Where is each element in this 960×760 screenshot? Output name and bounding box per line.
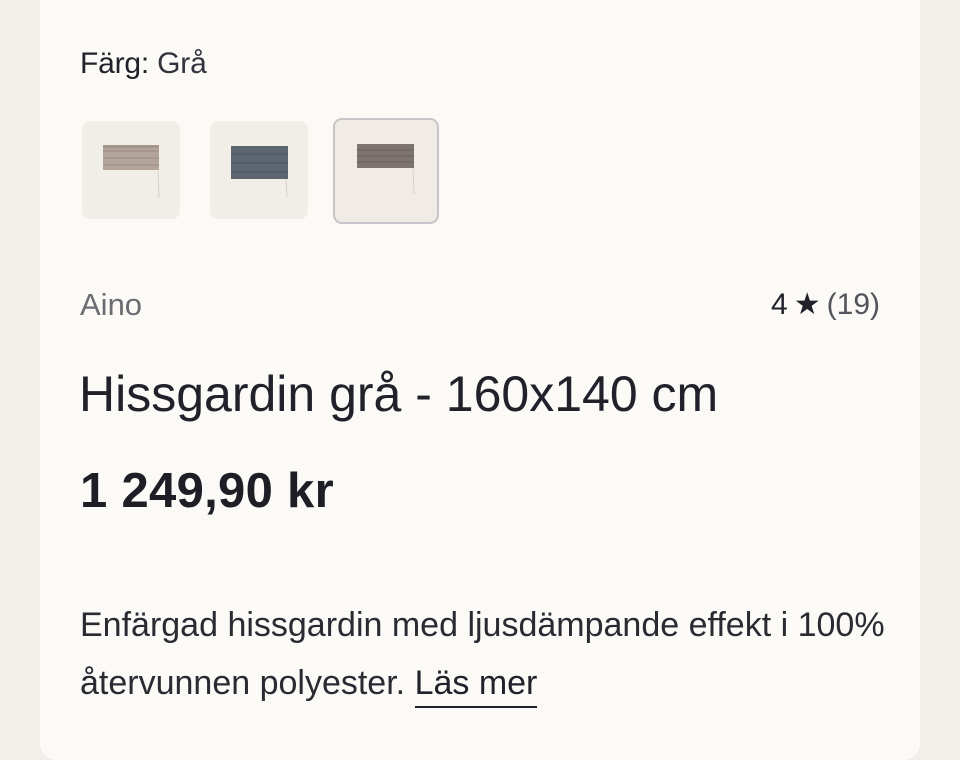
product-rating[interactable]: 4 ★ (19) <box>771 286 880 324</box>
swatch-blue[interactable] <box>210 121 308 219</box>
read-more-link[interactable]: Läs mer <box>414 664 538 708</box>
product-description: Enfärgad hissgardin med ljusdämpande eff… <box>80 596 890 712</box>
blind-thumbnail-grey <box>357 144 415 195</box>
product-brand[interactable]: Aino <box>80 286 142 324</box>
swatch-beige[interactable] <box>82 121 180 219</box>
blind-thumbnail-beige <box>103 145 160 199</box>
color-label-key: Färg: <box>80 47 150 80</box>
rating-value: 4 <box>771 288 788 321</box>
color-selected-value: Grå <box>157 47 207 80</box>
rating-count: (19) <box>826 288 880 321</box>
product-price: 1 249,90 kr <box>80 464 334 518</box>
blind-thumbnail-blue <box>231 146 288 198</box>
product-title: Hissgardin grå - 160x140 cm <box>79 366 719 422</box>
swatch-grey[interactable] <box>333 118 439 224</box>
star-icon: ★ <box>793 288 821 321</box>
color-label: Färg: Grå <box>80 46 207 82</box>
